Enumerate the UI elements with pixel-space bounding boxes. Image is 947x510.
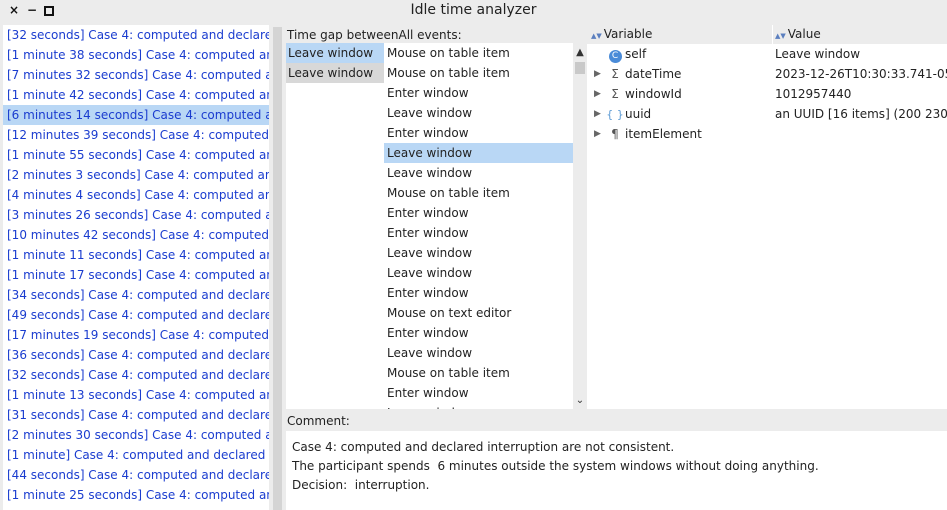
list-item[interactable]: [44 seconds] Case 4: computed and declar… <box>3 465 269 485</box>
inspector-header: ▲▼ Variable ▲▼ Value <box>587 25 947 44</box>
variable-name: itemElement <box>625 127 702 141</box>
variable-name: dateTime <box>625 67 682 81</box>
list-item[interactable]: [10 minutes 42 seconds] Case 4: computed… <box>3 225 269 245</box>
value-column-header[interactable]: ▲▼ Value <box>775 27 821 41</box>
event-item[interactable]: Leave window <box>384 263 573 283</box>
list-item[interactable]: [17 minutes 19 seconds] Case 4: computed… <box>3 325 269 345</box>
list-item[interactable]: [1 minute] Case 4: computed and declared… <box>3 445 269 465</box>
comment-line: The participant spends 6 minutes outside… <box>292 459 819 473</box>
event-item[interactable]: Enter window <box>384 323 573 343</box>
list-item[interactable]: [3 minutes 26 seconds] Case 4: computed … <box>3 205 269 225</box>
comment-label: Comment: <box>287 414 350 428</box>
variable-value: an UUID [16 items] (200 230 176 <box>775 107 947 121</box>
list-item[interactable]: [31 seconds] Case 4: computed and declar… <box>3 405 269 425</box>
event-item[interactable]: Enter window <box>384 203 573 223</box>
list-item[interactable]: [1 minute 17 seconds] Case 4: computed a… <box>3 265 269 285</box>
event-item[interactable]: Enter window <box>384 223 573 243</box>
gap-event-item[interactable]: Leave window <box>286 63 384 83</box>
left-list-scrollbar[interactable] <box>272 25 283 510</box>
interruption-list[interactable]: [32 seconds] Case 4: computed and declar… <box>3 25 269 510</box>
event-item[interactable]: Enter window <box>384 123 573 143</box>
variable-name: self <box>625 47 647 61</box>
braces-icon: { } <box>606 108 624 121</box>
list-item[interactable]: [7 minutes 32 seconds] Case 4: computed … <box>3 65 269 85</box>
expand-arrow-icon[interactable]: ▶ <box>594 64 601 84</box>
inspector-row[interactable]: ▶ { }uuid an UUID [16 items] (200 230 176 <box>587 104 947 124</box>
event-item[interactable]: Mouse on table item <box>384 43 573 63</box>
event-item[interactable]: Enter window <box>384 83 573 103</box>
variable-value: 2023-12-26T10:30:33.741-05:00 <box>775 67 947 81</box>
comment-line: Case 4: computed and declared interrupti… <box>292 440 675 454</box>
expand-arrow-icon[interactable]: ▶ <box>594 84 601 104</box>
sigma-icon: Σ <box>611 67 619 81</box>
variable-column-header[interactable]: ▲▼ Variable <box>591 27 652 41</box>
list-item[interactable]: [1 minute 55 seconds] Case 4: computed a… <box>3 145 269 165</box>
comment-text[interactable]: Case 4: computed and declared interrupti… <box>286 431 947 510</box>
sort-icon: ▲▼ <box>591 32 602 40</box>
variable-value: 1012957440 <box>775 87 852 101</box>
event-item[interactable]: Enter window <box>384 283 573 303</box>
events-scrollbar[interactable]: ▲ ⌄ <box>573 43 587 409</box>
list-item[interactable]: [2 minutes 30 seconds] Case 4: computed … <box>3 425 269 445</box>
event-item[interactable]: Leave window <box>384 343 573 363</box>
events-header-label: All events: <box>398 28 462 42</box>
list-item[interactable]: [32 seconds] Case 4: computed and declar… <box>3 25 269 45</box>
variable-value: Leave window <box>775 47 861 61</box>
list-item[interactable]: [1 minute 11 seconds] Case 4: computed a… <box>3 245 269 265</box>
inspector-row[interactable]: Cself Leave window <box>587 44 947 64</box>
list-item[interactable]: [1 minute 42 seconds] Case 4: computed a… <box>3 85 269 105</box>
event-item[interactable]: Mouse on table item <box>384 363 573 383</box>
window-title: Idle time analyzer <box>410 2 537 18</box>
inspector-panel: ▲▼ Variable ▲▼ Value Cself Leave window ▶ Σda… <box>587 25 947 409</box>
comment-line: Decision: interruption. <box>292 478 430 492</box>
event-item[interactable]: Leave window <box>384 103 573 123</box>
pilcrow-icon: ¶ <box>611 127 619 141</box>
expand-arrow-icon[interactable]: ▶ <box>594 104 601 124</box>
list-item[interactable]: [6 minutes 14 seconds] Case 4: computed … <box>3 105 269 125</box>
list-item[interactable]: [34 seconds] Case 4: computed and declar… <box>3 285 269 305</box>
inspector-row[interactable]: ▶ ΣdateTime 2023-12-26T10:30:33.741-05:00 <box>587 64 947 84</box>
inspector-row[interactable]: ▶ ¶ itemElement <box>587 124 947 144</box>
list-item[interactable]: [49 seconds] Case 4: computed and declar… <box>3 305 269 325</box>
scroll-up-icon[interactable]: ▲ <box>574 47 586 59</box>
list-item[interactable]: [12 minutes 39 seconds] Case 4: computed… <box>3 125 269 145</box>
events-header: Time gap betweenAll events: <box>287 26 587 44</box>
list-item[interactable]: [32 seconds] Case 4: computed and declar… <box>3 365 269 385</box>
event-item[interactable]: Leave window <box>384 403 573 409</box>
list-item[interactable]: [36 seconds] Case 4: computed and declar… <box>3 345 269 365</box>
variable-name: windowId <box>625 87 682 101</box>
list-item[interactable]: [1 minute 38 seconds] Case 4: computed a… <box>3 45 269 65</box>
list-item[interactable]: [1 minute 13 seconds] Case 4: computed a… <box>3 385 269 405</box>
gap-event-item[interactable]: Leave window <box>286 43 384 63</box>
scrollbar-thumb[interactable] <box>273 27 282 510</box>
expand-arrow-icon[interactable]: ▶ <box>594 124 601 144</box>
event-item[interactable]: Leave window <box>384 243 573 263</box>
event-item[interactable]: Mouse on text editor <box>384 303 573 323</box>
inspector-row[interactable]: ▶ ΣwindowId 1012957440 <box>587 84 947 104</box>
title-bar: × − Idle time analyzer <box>0 0 947 23</box>
class-icon: C <box>606 44 624 64</box>
time-gap-list[interactable]: Leave window Leave window <box>286 43 384 409</box>
event-item[interactable]: Enter window <box>384 383 573 403</box>
list-item[interactable]: [2 minutes 3 seconds] Case 4: computed a… <box>3 165 269 185</box>
variable-name: uuid <box>625 107 652 121</box>
event-item[interactable]: Mouse on table item <box>384 63 573 83</box>
sigma-icon: Σ <box>611 87 619 101</box>
list-item[interactable]: [1 minute 25 seconds] Case 4: computed a… <box>3 485 269 505</box>
scrollbar-thumb[interactable] <box>575 62 585 74</box>
gap-header-label: Time gap between <box>287 28 399 42</box>
event-item[interactable]: Leave window <box>384 143 573 163</box>
scroll-down-icon[interactable]: ⌄ <box>574 395 586 407</box>
all-events-list[interactable]: Mouse on table item Mouse on table item En… <box>384 43 573 409</box>
list-item[interactable]: [4 minutes 4 seconds] Case 4: computed a… <box>3 185 269 205</box>
sort-icon: ▲▼ <box>775 32 786 40</box>
event-item[interactable]: Leave window <box>384 163 573 183</box>
event-item[interactable]: Mouse on table item <box>384 183 573 203</box>
